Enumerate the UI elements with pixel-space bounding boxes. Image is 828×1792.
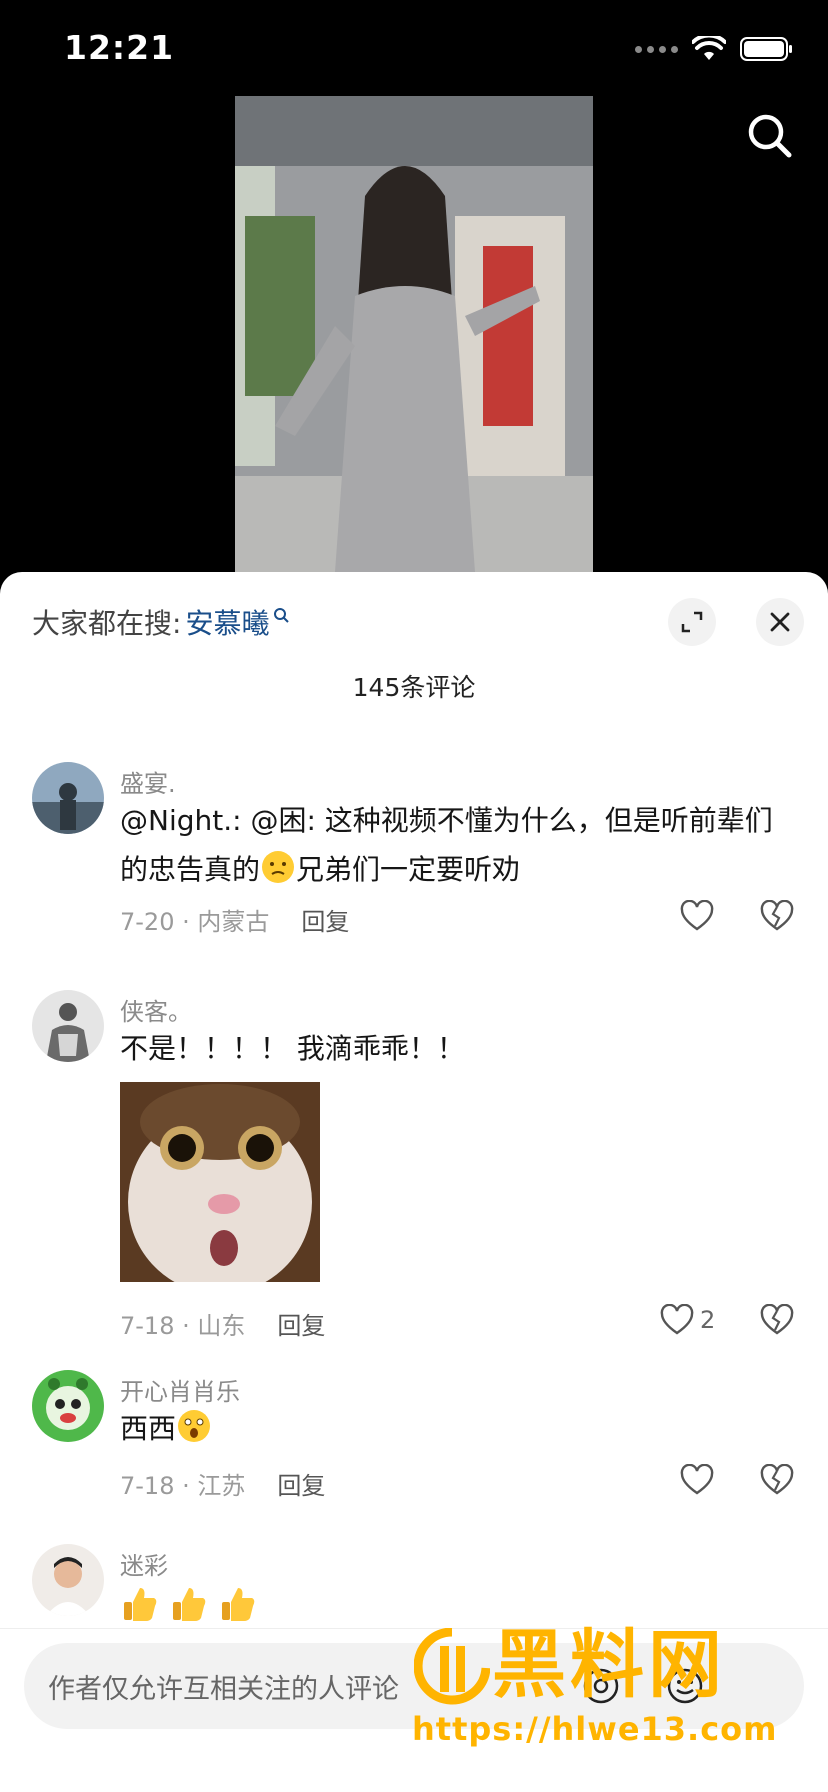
- comment-input-placeholder: 作者仅允许互相关注的人评论: [48, 1674, 399, 1705]
- heart-icon: [680, 900, 714, 931]
- comment-text-part: 兄弟们一定要听劝: [296, 853, 521, 886]
- thumbs-up-emoji-icon: [124, 1588, 157, 1621]
- watermark-brand: 黑料网: [492, 1622, 726, 1708]
- thumbs-up-emoji-icon: [172, 1588, 206, 1621]
- heart-icon: [680, 1464, 714, 1495]
- surprised-cat-image: [120, 1082, 320, 1282]
- status-time: 12:21: [64, 28, 175, 67]
- thinking-emoji-icon: [262, 851, 295, 883]
- dislike-button[interactable]: [760, 899, 794, 936]
- avatar-image: [32, 762, 104, 834]
- video-thumbnail: [235, 96, 593, 572]
- search-icon: [274, 608, 290, 623]
- like-button[interactable]: [680, 1464, 714, 1496]
- comment-item: 侠客。 不是！！！！ 我滴乖乖！！ 7-18 · 山东 回复 2: [0, 990, 828, 1350]
- avatar[interactable]: [32, 990, 104, 1062]
- comment-username[interactable]: 盛宴.: [120, 764, 176, 799]
- comment-username[interactable]: 开心肖肖乐: [120, 1372, 240, 1407]
- reply-button[interactable]: 回复: [277, 1466, 325, 1501]
- broken-heart-icon: [760, 1303, 794, 1335]
- status-indicators: [635, 34, 794, 64]
- comment-meta: 7-20 · 内蒙古 回复: [120, 902, 349, 937]
- comment-meta: 7-18 · 山东 回复: [120, 1306, 325, 1341]
- reply-button[interactable]: 回复: [301, 902, 349, 937]
- comment-meta: 7-18 · 江苏 回复: [120, 1466, 325, 1501]
- comment-item: 盛宴. @Night.: @困: 这种视频不懂为什么，但是听前辈们 的忠告真的 …: [0, 762, 828, 952]
- reply-button[interactable]: 回复: [277, 1306, 325, 1341]
- status-bar: 12:21: [0, 0, 828, 96]
- comment-date-location: 7-18 · 山东: [120, 1312, 246, 1340]
- dislike-button[interactable]: [760, 1303, 794, 1340]
- comment-text: 西西: [120, 1404, 788, 1453]
- comment-sheet: 大家都在搜: 安慕曦 145条评论 盛宴. @Night.: @困: 这种视频不…: [0, 572, 828, 1792]
- comment-sticker-image[interactable]: [120, 1082, 320, 1282]
- broken-heart-icon: [760, 1463, 794, 1495]
- comment-count: 145条评论: [352, 673, 476, 702]
- avatar[interactable]: [32, 762, 104, 834]
- hot-search-suggestion[interactable]: 大家都在搜: 安慕曦: [32, 602, 290, 642]
- surprised-emoji-icon: [178, 1410, 211, 1442]
- screen: 12:21 大家都在搜: 安慕曦 145条评论 盛宴. @Night.: @困:…: [0, 0, 828, 1792]
- search-icon: [748, 114, 792, 158]
- avatar-image: [32, 1544, 104, 1616]
- battery-icon: [740, 37, 792, 61]
- expand-icon: [681, 611, 703, 633]
- close-icon: [770, 612, 790, 632]
- hot-search-prefix: 大家都在搜:: [32, 607, 182, 640]
- comment-text: @Night.: @困: 这种视频不懂为什么，但是听前辈们 的忠告真的 兄弟们一…: [120, 796, 788, 894]
- comment-text-part: 西西: [120, 1412, 177, 1445]
- comment-text-line: 的忠告真的 兄弟们一定要听劝: [120, 845, 788, 894]
- search-button[interactable]: [742, 108, 798, 164]
- like-button[interactable]: [680, 900, 714, 932]
- avatar[interactable]: [32, 1370, 104, 1442]
- comment-item: 开心肖肖乐 西西 7-18 · 江苏 回复: [0, 1370, 828, 1530]
- broken-heart-icon: [760, 899, 794, 931]
- cellular-signal-icon: [635, 45, 678, 53]
- comment-text-line: @Night.: @困: 这种视频不懂为什么，但是听前辈们: [120, 804, 773, 837]
- wifi-icon: [692, 36, 726, 60]
- hot-search-term[interactable]: 安慕曦: [185, 602, 269, 642]
- comment-date-location: 7-20 · 内蒙古: [120, 908, 270, 936]
- avatar-image: [32, 990, 104, 1062]
- close-button[interactable]: [756, 598, 804, 646]
- watermark-logo-icon: [414, 1628, 490, 1705]
- thumbs-up-emoji-icon: [221, 1588, 255, 1621]
- comment-username[interactable]: 迷彩: [120, 1546, 168, 1581]
- comment-text: 不是！！！！ 我滴乖乖！！: [120, 1032, 465, 1065]
- heart-icon: [660, 1304, 694, 1335]
- avatar-image: [32, 1370, 104, 1442]
- comment-username[interactable]: 侠客。: [120, 992, 192, 1027]
- watermark-url: https://hlwe13.com: [412, 1710, 778, 1748]
- sheet-header: 大家都在搜: 安慕曦 145条评论: [0, 572, 828, 732]
- comment-date-location: 7-18 · 江苏: [120, 1472, 246, 1500]
- expand-button[interactable]: [668, 598, 716, 646]
- watermark: 黑料网 https://hlwe13.com: [410, 1620, 810, 1750]
- like-button[interactable]: 2: [660, 1304, 715, 1336]
- comment-text-part: 的忠告真的: [120, 853, 261, 886]
- avatar[interactable]: [32, 1544, 104, 1616]
- dislike-button[interactable]: [760, 1463, 794, 1500]
- like-count: 2: [700, 1306, 716, 1334]
- video-player[interactable]: [235, 96, 593, 572]
